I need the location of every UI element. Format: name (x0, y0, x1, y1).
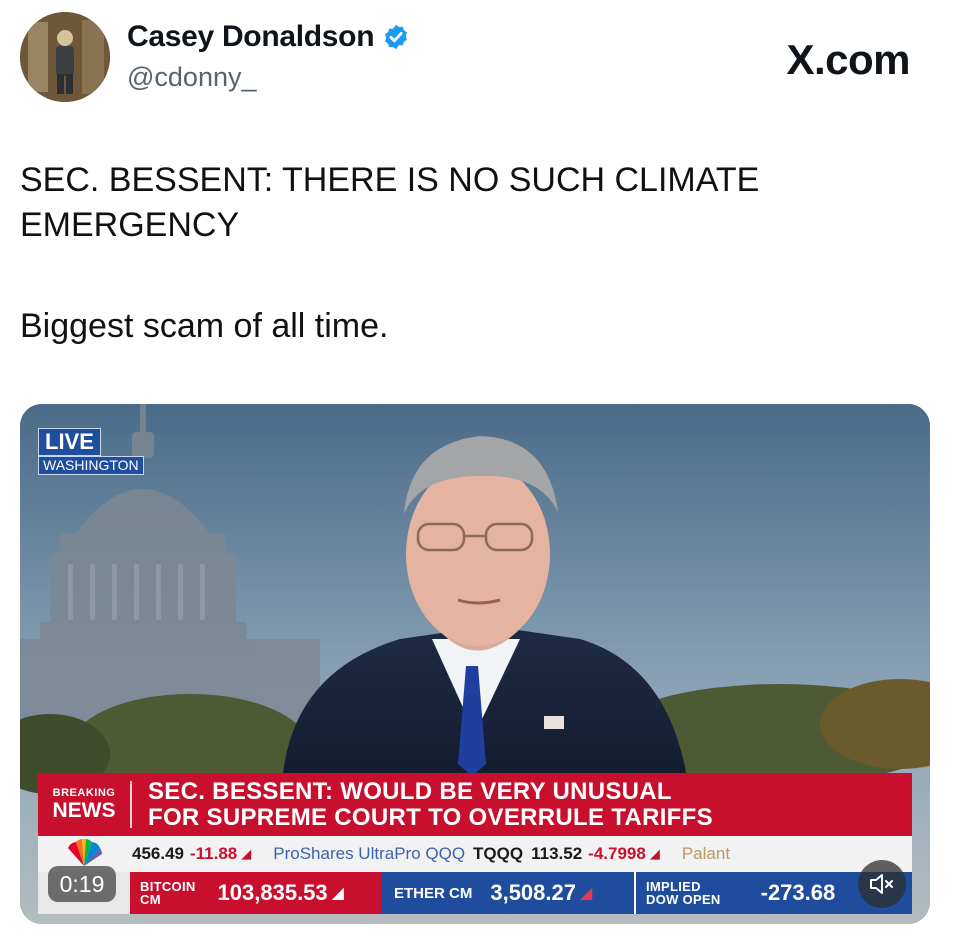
ether-label: ETHER CM (394, 884, 473, 902)
dow-label-sub: DOW OPEN (646, 892, 721, 907)
ticker-stock-value: 456.49 (132, 844, 184, 863)
speaker-muted-icon (870, 874, 893, 894)
author-name-row: Casey Donaldson (127, 20, 410, 54)
avatar-photo (20, 12, 110, 102)
down-arrow-icon: ◢ (649, 846, 660, 861)
avatar[interactable] (20, 12, 110, 102)
breaking-headline: SEC. BESSENT: WOULD BE VERY UNUSUAL FOR … (132, 773, 713, 836)
dow-value: -273.68 (760, 880, 836, 905)
location-badge: WASHINGTON (38, 456, 144, 475)
tweet-screenshot: Casey Donaldson @cdonny_ X.com SEC. BESS… (0, 0, 964, 952)
video-elapsed-time: 0:19 (48, 866, 116, 902)
down-arrow-icon: ◢ (331, 885, 344, 902)
display-name[interactable]: Casey Donaldson (127, 20, 375, 54)
crypto-ticker: BITCOIN CM 103,835.53 ◢ ETHER CM 3,508.2… (38, 872, 912, 914)
ticker-stock-change: -11.88 (190, 844, 238, 863)
ticker-fund-symbol: TQQQ (473, 844, 524, 863)
verified-badge-icon (385, 24, 408, 50)
ticker-fund-change: -4.7998 (588, 844, 646, 863)
news-label: NEWS (52, 799, 116, 822)
stock-ticker: 456.49 -11.88 ◢ ProShares UltraPro QQQ T… (38, 836, 912, 872)
ticker-next-item: Palant (681, 844, 731, 863)
breaking-news-label: BREAKING NEWS (38, 781, 132, 828)
ticker-fund-value: 113.52 (531, 844, 583, 863)
bitcoin-value: 103,835.53 (217, 880, 328, 905)
down-arrow-icon: ◢ (241, 846, 252, 861)
bitcoin-quote: BITCOIN CM 103,835.53 ◢ (130, 872, 382, 914)
ether-value: 3,508.27 (490, 880, 576, 905)
source-watermark: X.com (786, 36, 910, 83)
mute-button[interactable] (858, 860, 906, 908)
breaking-news-bar: BREAKING NEWS SEC. BESSENT: WOULD BE VER… (38, 773, 912, 836)
tweet-text-line-2: Biggest scam of all time. (20, 307, 389, 345)
headline-line-1: SEC. BESSENT: WOULD BE VERY UNUSUAL (148, 777, 672, 805)
headline-line-2: FOR SUPREME COURT TO OVERRULE TARIFFS (148, 803, 713, 831)
ticker-fund-name: ProShares UltraPro QQQ (273, 844, 466, 863)
tweet-text: SEC. BESSENT: THERE IS NO SUCH CLIMATE E… (20, 158, 880, 349)
ether-quote: ETHER CM 3,508.27 ◢ (382, 872, 634, 914)
author-handle[interactable]: @cdonny_ (127, 62, 257, 93)
tweet-text-line-1: SEC. BESSENT: THERE IS NO SUCH CLIMATE E… (20, 161, 760, 244)
live-badge: LIVE (38, 428, 101, 456)
bitcoin-label-sub: CM (140, 892, 161, 907)
video-player[interactable]: LIVE WASHINGTON BREAKING NEWS SEC. BESSE… (20, 404, 930, 924)
down-arrow-icon: ◢ (579, 885, 593, 902)
